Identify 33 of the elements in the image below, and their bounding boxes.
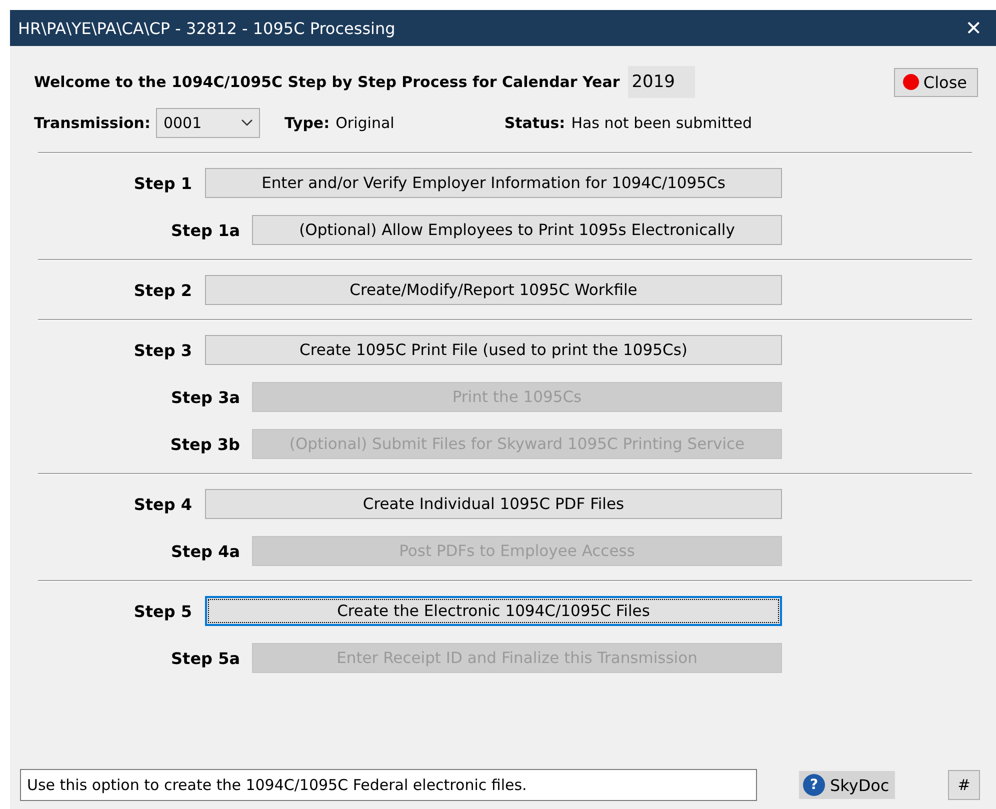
step-label: Step 3 bbox=[132, 340, 192, 360]
window-title: HR\PA\YE\PA\CA\CP - 32812 - 1095C Processing bbox=[18, 18, 396, 38]
step-label: Step 5a bbox=[170, 648, 240, 668]
step-button[interactable]: Create the Electronic 1094C/1095C Files bbox=[205, 596, 782, 626]
step-label: Step 4a bbox=[170, 542, 240, 560]
status-message: Use this option to create the 1094C/1095C Federal electronic files. bbox=[20, 769, 757, 801]
step-button[interactable]: (Optional) Allow Employees to Print 1095s Electronically bbox=[252, 215, 782, 245]
step-button[interactable]: Create 1095C Print File (used to print the 1095Cs) bbox=[205, 335, 782, 365]
step-button[interactable]: Create Individual 1095C PDF Files bbox=[205, 489, 782, 519]
step-label: Step 2 bbox=[132, 280, 192, 300]
step-button[interactable]: Create/Modify/Report 1095C Workfile bbox=[205, 275, 782, 305]
close-button[interactable]: ✕ bbox=[959, 16, 988, 40]
year-field: 2019 bbox=[628, 66, 695, 98]
stop-icon bbox=[903, 74, 920, 90]
help-icon: ? bbox=[803, 774, 825, 796]
step-label: Step 5 bbox=[132, 602, 192, 620]
welcome-heading: Welcome to the 1094C/1095C Step by Step Process for Calendar Year bbox=[34, 73, 620, 91]
transmission-dropdown[interactable]: 0001 bbox=[156, 108, 260, 138]
type-value: Original bbox=[336, 114, 394, 132]
status-label: Status: bbox=[504, 114, 566, 132]
skydoc-button[interactable]: ? SkyDoc bbox=[799, 771, 896, 799]
step-label: Step 1a bbox=[170, 220, 240, 240]
chevron-down-icon bbox=[241, 119, 254, 127]
step-label: Step 4 bbox=[132, 494, 192, 514]
step-label: Step 1 bbox=[132, 174, 192, 192]
close-button[interactable]: Close bbox=[894, 68, 978, 96]
hash-button[interactable]: # bbox=[948, 770, 980, 800]
transmission-label: Transmission: bbox=[34, 114, 150, 132]
step-button[interactable]: Enter and/or Verify Employer Information for 1094C/1095Cs bbox=[205, 168, 782, 198]
type-label: Type: bbox=[284, 114, 330, 132]
step-label: Step 3a bbox=[170, 388, 240, 406]
status-value: Has not been submitted bbox=[571, 114, 752, 132]
step-label: Step 3b bbox=[169, 434, 240, 454]
